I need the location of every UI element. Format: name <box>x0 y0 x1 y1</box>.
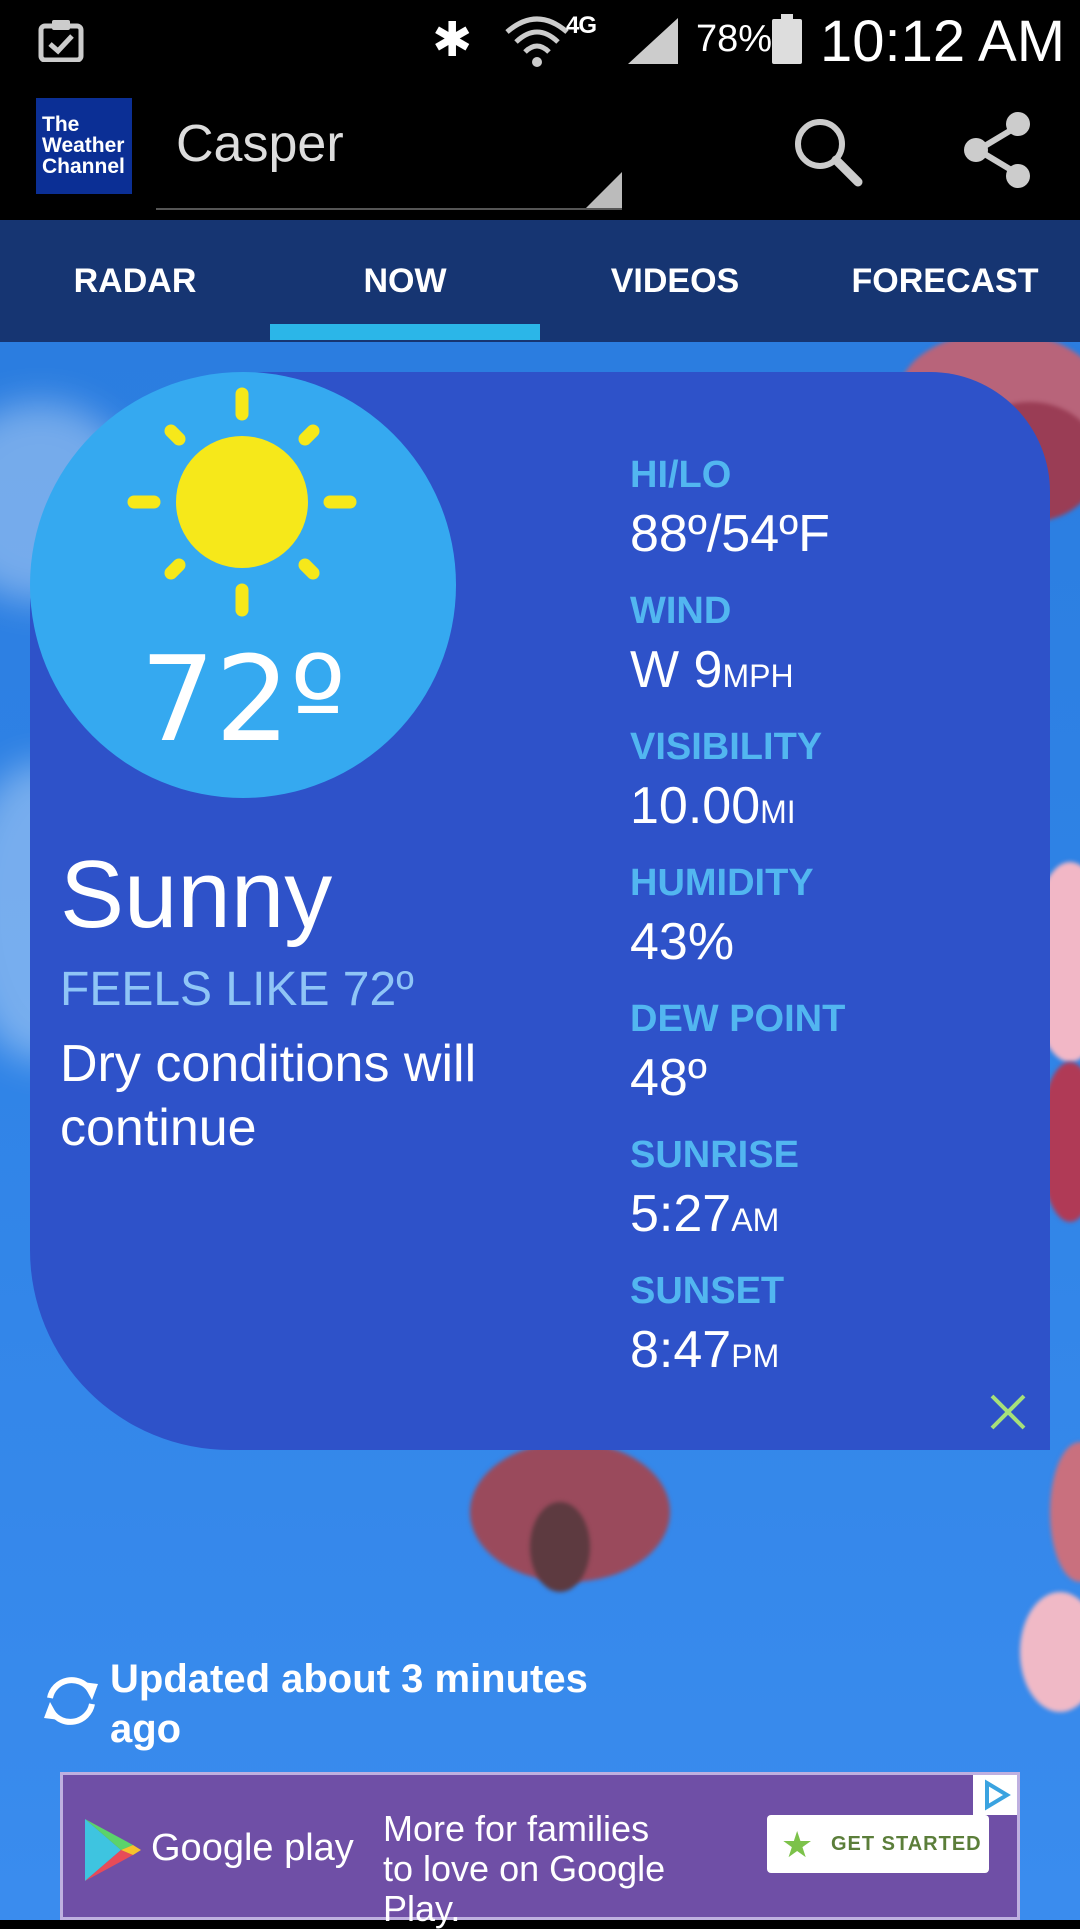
ad-brand: Google play <box>151 1827 354 1869</box>
humidity-label: HUMIDITY <box>630 862 814 904</box>
sunset-unit: PM <box>731 1338 780 1374</box>
active-tab-indicator <box>270 324 540 340</box>
hilo-value: 88º/54ºF <box>630 505 830 563</box>
clipboard-check-icon <box>38 20 84 62</box>
wind-unit: MPH <box>722 658 794 694</box>
ad-get-started-button[interactable]: ★ GET STARTED <box>767 1815 989 1873</box>
sunset-value: 8:47PM <box>630 1321 780 1379</box>
visibility-unit: MI <box>760 794 796 830</box>
battery-icon <box>772 14 802 64</box>
city-name: Casper <box>176 115 344 173</box>
tab-forecast[interactable]: FORECAST <box>810 220 1080 342</box>
feels-like: FEELS LIKE 72º <box>60 963 414 1016</box>
close-icon[interactable] <box>988 1392 1028 1432</box>
clock: 10:12 AM <box>820 9 1066 74</box>
city-selector[interactable]: Casper <box>156 84 622 210</box>
humidity-value: 43% <box>630 913 735 971</box>
sunset-label: SUNSET <box>630 1270 785 1312</box>
wind-value: W 9MPH <box>630 641 794 699</box>
search-icon[interactable] <box>790 114 864 188</box>
tab-bar: RADAR NOW VIDEOS FORECAST <box>0 220 1080 342</box>
tab-videos[interactable]: VIDEOS <box>540 220 810 342</box>
visibility-label: VISIBILITY <box>630 726 823 768</box>
network-type: 4G <box>566 12 597 39</box>
weather-channel-logo[interactable]: The Weather Channel <box>36 98 132 194</box>
updated-timestamp: Updated about 3 minutes ago <box>110 1657 588 1751</box>
share-icon[interactable] <box>958 110 1036 190</box>
wind-label: WIND <box>630 590 732 632</box>
wifi-icon <box>505 16 569 67</box>
bluetooth-icon: ✱ <box>432 12 473 68</box>
refresh-icon[interactable] <box>38 1668 104 1734</box>
dew-point-label: DEW POINT <box>630 998 846 1040</box>
app-bar: The Weather Channel Casper <box>0 84 1080 220</box>
star-icon: ★ <box>781 1825 814 1866</box>
sun-icon <box>127 387 357 617</box>
visibility-value: 10.00MI <box>630 777 796 835</box>
ad-banner[interactable]: Google play More for families to love on… <box>60 1772 1020 1929</box>
ad-choices-icon[interactable] <box>973 1775 1017 1815</box>
dropdown-triangle-icon <box>586 172 622 208</box>
current-temperature: 72º <box>140 630 346 768</box>
status-bar: ✱ 4G 78% 10:12 AM <box>0 0 1080 84</box>
forecast-description: Dry conditions will continue <box>60 1035 477 1157</box>
condition-text: Sunny <box>60 841 333 948</box>
sunrise-label: SUNRISE <box>630 1134 799 1176</box>
sunrise-value: 5:27AM <box>630 1185 780 1243</box>
battery-percent: 78% <box>696 18 773 60</box>
sunrise-unit: AM <box>731 1202 780 1238</box>
google-play-icon <box>85 1819 141 1881</box>
tab-radar[interactable]: RADAR <box>0 220 270 342</box>
hilo-label: HI/LO <box>630 454 732 496</box>
signal-icon <box>628 18 678 64</box>
dew-point-value: 48º <box>630 1049 707 1107</box>
ad-text: More for families to love on Google Play… <box>383 1808 666 1929</box>
ad-button-label: GET STARTED <box>831 1833 982 1855</box>
